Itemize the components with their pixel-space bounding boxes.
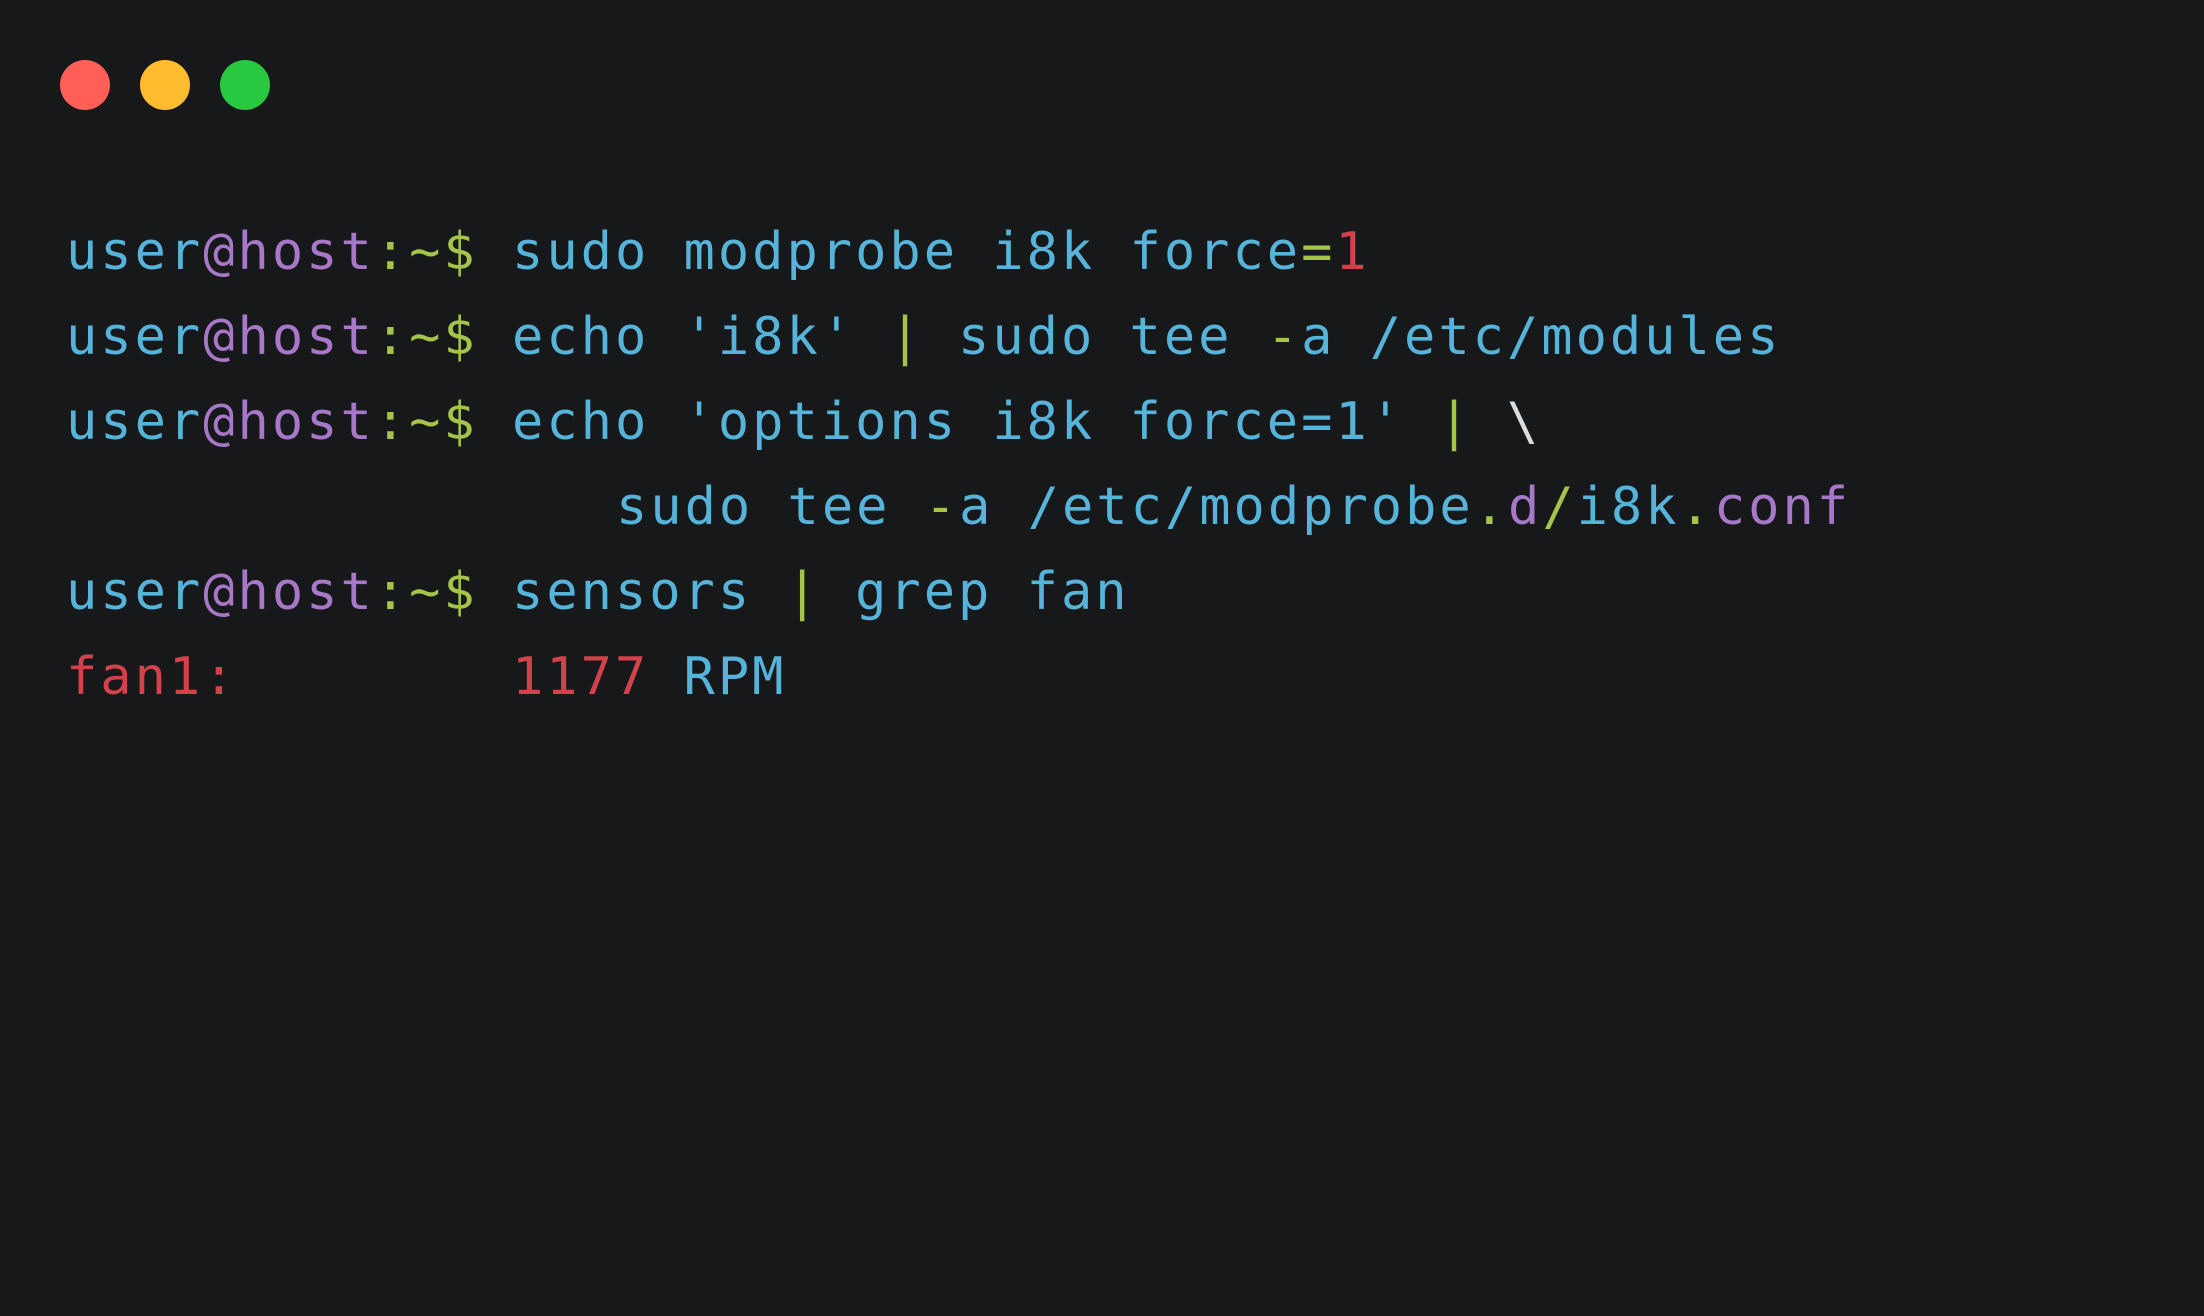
terminal-text: a /etc/modprobe [959, 477, 1474, 537]
terminal-text: / [1542, 477, 1577, 537]
close-window-button[interactable] [60, 60, 110, 110]
terminal-text: echo 'i8k' [477, 307, 890, 367]
terminal-text: a /etc/modules [1301, 307, 1782, 367]
terminal-text: - [1266, 307, 1302, 367]
prompt-host: host [237, 392, 375, 452]
terminal-text: | [889, 307, 924, 367]
title-bar [0, 0, 2204, 150]
terminal-text: = [1301, 222, 1336, 282]
output-line: fan1: 1177 RPM [66, 635, 2164, 720]
terminal-text: fan1: [66, 647, 512, 707]
prompt-colon: : [374, 392, 410, 452]
maximize-window-button[interactable] [220, 60, 270, 110]
terminal-text: i8k [1576, 477, 1680, 537]
prompt-user: user [66, 562, 204, 622]
terminal-text: sudo tee [923, 307, 1267, 367]
command-line: user@host:~$ sudo modprobe i8k force=1 [66, 210, 2164, 295]
prompt-host: host [237, 562, 375, 622]
prompt-at: @ [203, 392, 238, 452]
prompt-symbol: ~$ [409, 562, 478, 622]
terminal-text: 1 [1335, 222, 1370, 282]
terminal-text: grep fan [820, 562, 1130, 622]
prompt-user: user [66, 222, 204, 282]
command-line: user@host:~$ echo 'i8k' | sudo tee -a /e… [66, 295, 2164, 380]
prompt-host: host [237, 307, 375, 367]
prompt-colon: : [374, 307, 410, 367]
command-line: user@host:~$ echo 'options i8k force=1' … [66, 380, 2164, 465]
prompt-at: @ [203, 222, 238, 282]
terminal-text: 1177 [512, 647, 650, 707]
prompt-symbol: ~$ [409, 222, 478, 282]
terminal-text: sudo modprobe i8k force [477, 222, 1302, 282]
prompt-host: host [237, 222, 375, 282]
prompt-at: @ [203, 562, 238, 622]
terminal-output[interactable]: user@host:~$ sudo modprobe i8k force=1 us… [66, 210, 2164, 720]
prompt-colon: : [374, 222, 410, 282]
prompt-user: user [66, 392, 204, 452]
prompt-colon: : [374, 562, 410, 622]
command-line: user@host:~$ sensors | grep fan [66, 550, 2164, 635]
terminal-text: - [924, 477, 960, 537]
terminal-text: d [1508, 477, 1543, 537]
terminal-text: \ [1472, 392, 1542, 452]
terminal-text: . [1679, 477, 1714, 537]
terminal-text: | [1438, 392, 1473, 452]
terminal-text: conf [1713, 477, 1852, 537]
terminal-text: sudo tee [616, 477, 925, 537]
terminal-text: . [1473, 477, 1508, 537]
prompt-symbol: ~$ [409, 392, 478, 452]
terminal-text: RPM [649, 647, 787, 707]
minimize-window-button[interactable] [140, 60, 190, 110]
terminal-window: user@host:~$ sudo modprobe i8k force=1 us… [0, 0, 2204, 1316]
terminal-text: echo 'options i8k force=1' [477, 392, 1439, 452]
prompt-symbol: ~$ [409, 307, 478, 367]
command-line: sudo tee -a /etc/modprobe.d/i8k.conf [66, 465, 2164, 550]
prompt-at: @ [203, 307, 238, 367]
terminal-text: | [786, 562, 821, 622]
terminal-text: sensors [477, 562, 787, 622]
prompt-user: user [66, 307, 204, 367]
